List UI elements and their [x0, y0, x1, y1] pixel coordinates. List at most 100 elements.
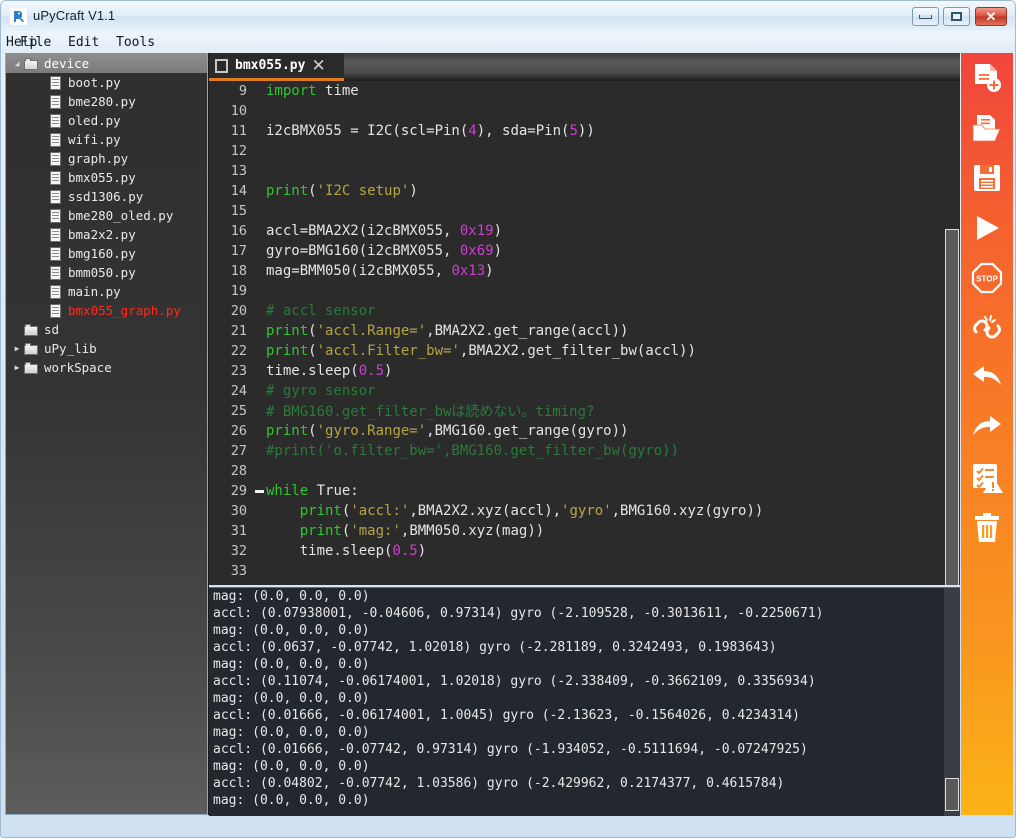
fold-collapse-icon[interactable] [255, 490, 264, 493]
disconnect-button[interactable] [961, 303, 1013, 353]
run-button[interactable] [961, 203, 1013, 253]
code-line[interactable]: 26 print('gyro.Range=',BMG160.get_range(g… [209, 421, 960, 441]
code-text: print('gyro.Range=',BMG160.get_range(gyr… [266, 423, 629, 439]
minimize-button[interactable] [912, 7, 939, 26]
code-line[interactable]: 10 [209, 101, 960, 121]
chevron-right-icon[interactable]: ▶ [10, 363, 24, 372]
console-line: mag: (0.0, 0.0, 0.0) [213, 793, 370, 808]
tree-item-sd[interactable]: sd [6, 320, 207, 339]
line-number: 15 [209, 203, 254, 219]
tree-item-label: bmg160.py [68, 246, 136, 261]
file-icon [50, 113, 62, 128]
tree-item-label: bmx055.py [68, 170, 136, 185]
chevron-right-icon[interactable]: ▶ [10, 344, 24, 353]
tab-bmx055-py[interactable]: bmx055.py ✕ [209, 53, 344, 81]
code-line[interactable]: 28 [209, 461, 960, 481]
code-line[interactable]: 24 # gyro sensor [209, 381, 960, 401]
document-icon [215, 58, 228, 73]
code-text: print('accl.Range=',BMA2X2.get_range(acc… [266, 323, 629, 339]
code-line[interactable]: 25 # BMG160.get_filter_bwは読めない。timing? [209, 401, 960, 421]
tree-item-bmx055-py[interactable]: bmx055.py [6, 168, 207, 187]
tree-item-bmm050-py[interactable]: bmm050.py [6, 263, 207, 282]
tree-item-label: device [44, 56, 90, 71]
undo-button[interactable] [961, 353, 1013, 403]
new-file-button[interactable] [961, 53, 1013, 103]
code-line[interactable]: 13 [209, 161, 960, 181]
redo-icon [973, 416, 1001, 435]
editor-scrollbar-track[interactable] [944, 81, 960, 585]
code-line[interactable]: 29 while True: [209, 481, 960, 501]
save-button[interactable] [961, 153, 1013, 203]
tree-item-bme280-oled-py[interactable]: bme280_oled.py [6, 206, 207, 225]
code-line[interactable]: 20 # accl sensor [209, 301, 960, 321]
code-line[interactable]: 11 i2cBMX055 = I2C(scl=Pin(4), sda=Pin(5)… [209, 121, 960, 141]
code-line[interactable]: 12 [209, 141, 960, 161]
tree-item-boot-py[interactable]: boot.py [6, 73, 207, 92]
code-text: import time [266, 83, 359, 99]
code-line[interactable]: 32 time.sleep(0.5) [209, 541, 960, 561]
file-icon [50, 170, 62, 185]
console-output-panel[interactable]: mag: (0.0, 0.0, 0.0) accl: (0.07938001, -… [209, 587, 960, 816]
tree-item-upy-lib[interactable]: ▶ uPy_lib [6, 339, 207, 358]
console-line: mag: (0.0, 0.0, 0.0) [213, 623, 370, 638]
console-scrollbar-track[interactable] [944, 588, 960, 816]
code-line[interactable]: 21 print('accl.Range=',BMA2X2.get_range(a… [209, 321, 960, 341]
tree-item-workspace[interactable]: ▶ workSpace [6, 358, 207, 377]
file-icon [50, 94, 62, 109]
code-line[interactable]: 31 print('mag:',BMM050.xyz(mag)) [209, 521, 960, 541]
code-editor[interactable]: 9 import time 10 11 i2cBMX055 = I2C(scl=Pin(… [209, 81, 960, 585]
tree-item-device[interactable]: ◢ device [6, 54, 207, 73]
code-line[interactable]: 33 [209, 561, 960, 581]
file-icon [50, 132, 62, 147]
menu-edit[interactable]: Edit [64, 34, 103, 51]
delete-button[interactable] [961, 503, 1013, 553]
stop-button[interactable]: STOP [961, 253, 1013, 303]
tree-item-graph-py[interactable]: graph.py [6, 149, 207, 168]
open-folder-button[interactable] [961, 103, 1013, 153]
file-icon [50, 227, 62, 242]
code-line[interactable]: 22 print('accl.Filter_bw=',BMA2X2.get_fil… [209, 341, 960, 361]
code-line[interactable]: 16 accl=BMA2X2(i2cBMX055, 0x19) [209, 221, 960, 241]
fold-marker[interactable] [254, 481, 266, 501]
code-line[interactable]: 14 print('I2C setup') [209, 181, 960, 201]
chevron-down-icon[interactable]: ◢ [10, 59, 24, 68]
console-line: accl: (0.01666, -0.07742, 0.97314) gyro … [213, 742, 808, 757]
file-icon [50, 75, 62, 90]
maximize-button[interactable] [943, 7, 970, 26]
tree-item-wifi-py[interactable]: wifi.py [6, 130, 207, 149]
code-line[interactable]: 27 #print('o.filter_bw=',BMG160.get_filte… [209, 441, 960, 461]
tree-item-bmg160-py[interactable]: bmg160.py [6, 244, 207, 263]
code-line[interactable]: 18 mag=BMM050(i2cBMX055, 0x13) [209, 261, 960, 281]
syntax-check-button[interactable] [961, 453, 1013, 503]
line-number: 23 [209, 363, 254, 379]
open-folder-icon [972, 115, 1001, 142]
tree-item-ssd1306-py[interactable]: ssd1306.py [6, 187, 207, 206]
code-text: while True: [266, 483, 359, 499]
file-tree-panel[interactable]: ◢ device boot.py bme280.py oled.py wifi.py gra… [5, 53, 208, 815]
console-scrollbar-thumb[interactable] [945, 778, 959, 811]
code-line[interactable]: 17 gyro=BMG160(i2cBMX055, 0x69) [209, 241, 960, 261]
tree-item-main-py[interactable]: main.py [6, 282, 207, 301]
code-line[interactable]: 9 import time [209, 81, 960, 101]
file-icon [50, 265, 62, 280]
menu-help[interactable]: Help [2, 34, 41, 51]
close-button[interactable]: ✕ [975, 7, 1007, 26]
code-line[interactable]: 23 time.sleep(0.5) [209, 361, 960, 381]
tree-item-bma2x2-py[interactable]: bma2x2.py [6, 225, 207, 244]
tree-item-bme280-py[interactable]: bme280.py [6, 92, 207, 111]
editor-scrollbar-thumb[interactable] [945, 229, 959, 585]
tree-item-bmx055-graph-py[interactable]: bmx055_graph.py [6, 301, 207, 320]
code-text: i2cBMX055 = I2C(scl=Pin(4), sda=Pin(5)) [266, 123, 595, 139]
code-line[interactable]: 30 print('accl:',BMA2X2.xyz(accl),'gyro'… [209, 501, 960, 521]
code-line[interactable]: 15 [209, 201, 960, 221]
tree-item-label: workSpace [44, 360, 112, 375]
tab-close-icon[interactable]: ✕ [311, 57, 325, 74]
menu-tools[interactable]: Tools [112, 34, 159, 51]
code-line[interactable]: 19 [209, 281, 960, 301]
tree-item-oled-py[interactable]: oled.py [6, 111, 207, 130]
redo-button[interactable] [961, 403, 1013, 453]
